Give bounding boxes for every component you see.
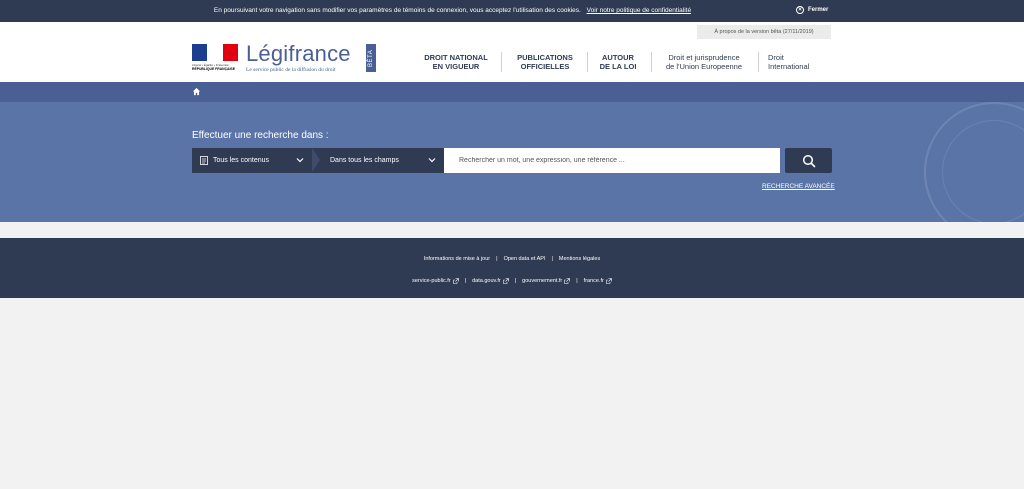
nav-droit-national[interactable]: DROIT NATIONAL EN VIGUEUR — [422, 52, 490, 72]
brand-title: Légifrance — [246, 41, 351, 66]
footer-link-gouvernement[interactable]: gouvernement.fr — [522, 278, 571, 284]
footer-link-data-gouv[interactable]: data.gouv.fr — [472, 278, 509, 284]
privacy-policy-link[interactable]: Voir notre politique de confidentialité — [587, 7, 691, 14]
site-header: À propos de la version bêta (27/11/2019)… — [0, 22, 1024, 82]
advanced-search-link[interactable]: RECHERCHE AVANCÉE — [762, 183, 835, 190]
footer-link-open-data[interactable]: Open data et API — [504, 256, 546, 262]
dropdown-separator-arrow — [312, 148, 320, 172]
chevron-down-icon — [296, 158, 304, 163]
search-button[interactable] — [785, 148, 832, 173]
cookie-close-button[interactable]: × Fermer — [796, 6, 828, 14]
footer-link-label: france.fr — [583, 278, 604, 284]
nav-divider — [501, 52, 502, 72]
footer-link-legal[interactable]: Mentions légales — [559, 256, 600, 262]
chevron-down-icon — [428, 158, 436, 163]
footer-link-label: gouvernement.fr — [522, 278, 563, 284]
cookie-message: En poursuivant votre navigation sans mod… — [0, 7, 905, 14]
footer-link-label: service-public.fr — [412, 278, 451, 284]
nav-autour-de-la-loi[interactable]: AUTOUR DE LA LOI — [596, 52, 640, 72]
footer-separator: | — [496, 256, 498, 262]
footer-link-service-public[interactable]: service-public.fr — [412, 278, 459, 284]
nav-label: DE LA LOI — [599, 62, 637, 71]
nav-label: de l'Union Europeenne — [665, 62, 743, 71]
external-link-icon — [452, 278, 459, 284]
legifrance-logo[interactable]: Légifrance Le service public de la diffu… — [246, 41, 351, 74]
footer-separator: | — [514, 278, 517, 284]
cookie-close-label: Fermer — [808, 7, 829, 13]
site-footer: Informations de mise à jour | Open data … — [0, 238, 1024, 298]
cookie-text: En poursuivant votre navigation sans mod… — [213, 7, 581, 14]
footer-link-france[interactable]: france.fr — [584, 278, 612, 284]
search-icon — [802, 154, 815, 167]
footer-separator: | — [576, 278, 578, 284]
nav-droit-international[interactable]: Droit International — [768, 52, 822, 72]
nav-label: OFFICIELLES — [520, 62, 570, 71]
document-icon — [200, 156, 208, 165]
external-link-icon — [606, 278, 612, 284]
nav-label: AUTOUR — [602, 53, 634, 62]
close-icon: × — [796, 6, 804, 14]
nav-label: International — [768, 62, 810, 71]
rf-name: RÉPUBLIQUE FRANÇAISE — [192, 67, 235, 71]
content-scope-select[interactable]: Tous les contenus — [192, 148, 312, 173]
footer-link-label: data.gouv.fr — [472, 278, 501, 284]
search-title: Effectuer une recherche dans : — [192, 130, 329, 141]
footer-separator: | — [464, 278, 467, 284]
content-scope-value: Tous les contenus — [213, 157, 270, 164]
nav-label: Droit — [768, 53, 784, 62]
field-scope-value: Dans tous les champs — [330, 157, 399, 164]
footer-links-external: service-public.fr | data.gouv.fr | gouve… — [0, 278, 1024, 284]
home-icon[interactable] — [192, 87, 201, 96]
brand-subtitle: Le service public de la diffusion du dro… — [246, 67, 336, 73]
external-link-icon — [564, 278, 571, 284]
footer-separator: | — [551, 256, 553, 262]
marianne-flag-icon — [192, 44, 238, 61]
footer-links-primary: Informations de mise à jour | Open data … — [0, 256, 1024, 262]
nav-droit-union-europeenne[interactable]: Droit et jurisprudence de l'Union Europe… — [660, 52, 748, 72]
breadcrumb — [0, 82, 1024, 102]
field-scope-select[interactable]: Dans tous les champs — [312, 148, 444, 173]
nav-divider — [587, 52, 588, 72]
beta-badge: BÊTA — [366, 44, 376, 72]
republique-francaise-logo[interactable]: Liberté • Égalité • Fraternité RÉPUBLIQU… — [192, 44, 238, 76]
nav-label: PUBLICATIONS — [517, 53, 573, 62]
nav-label: DROIT NATIONAL — [424, 53, 488, 62]
search-section: Effectuer une recherche dans : Tous les … — [0, 102, 1024, 222]
nav-label: Droit et jurisprudence — [668, 53, 740, 62]
version-info-link[interactable]: À propos de la version bêta (27/11/2019) — [697, 25, 831, 39]
search-input[interactable] — [444, 148, 780, 173]
cookie-banner: En poursuivant votre navigation sans mod… — [0, 0, 1024, 22]
nav-divider — [758, 52, 759, 72]
external-link-icon — [502, 278, 509, 284]
nav-label: EN VIGUEUR — [432, 62, 480, 71]
footer-link-updates[interactable]: Informations de mise à jour — [424, 256, 490, 262]
nav-publications-officielles[interactable]: PUBLICATIONS OFFICIELLES — [512, 52, 578, 72]
nav-divider — [651, 52, 652, 72]
